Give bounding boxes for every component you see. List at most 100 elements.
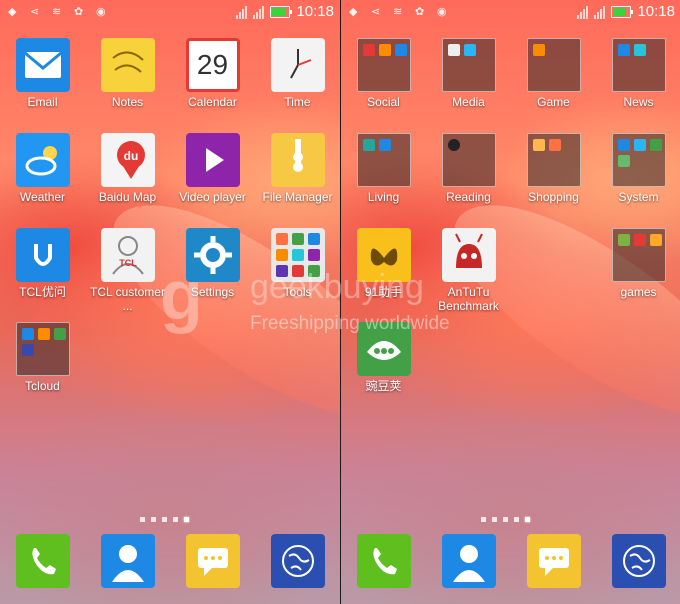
folder-label: Social xyxy=(367,95,400,109)
app-tcl-customer[interactable]: TCL TCL customer ... xyxy=(85,228,170,313)
app-label: TCL优问 xyxy=(19,285,66,299)
watermark-brand: geekbuying xyxy=(250,268,424,306)
page-dot[interactable] xyxy=(151,517,156,522)
watermark-tagline: Freeshipping worldwide xyxy=(250,313,450,334)
messaging-icon[interactable] xyxy=(527,534,581,588)
page-dot[interactable] xyxy=(140,517,145,522)
contacts-icon[interactable] xyxy=(101,534,155,588)
app-notification-icon: ✿ xyxy=(74,6,84,18)
watermark-logo: g xyxy=(160,256,205,334)
app-label: File Manager xyxy=(262,190,333,204)
folder-icon xyxy=(611,38,666,92)
map-icon: du xyxy=(100,133,155,187)
messaging-icon[interactable] xyxy=(186,534,240,588)
dock xyxy=(341,534,680,594)
notification-icon: ◆ xyxy=(349,6,358,18)
folder-label: games xyxy=(620,285,657,299)
phone-icon[interactable] xyxy=(16,534,70,588)
battery-icon xyxy=(270,5,293,18)
calendar-icon: 29 xyxy=(185,38,240,92)
app-label: Weather xyxy=(19,190,66,204)
folder-label: News xyxy=(623,95,654,109)
app-weather[interactable]: Weather xyxy=(0,133,85,204)
antutu-robot-icon xyxy=(441,228,496,282)
app-notification-icon: ✿ xyxy=(415,6,425,18)
app-tcl-youwen[interactable]: TCL优问 xyxy=(0,228,85,299)
folder-label: Shopping xyxy=(528,190,579,204)
signal-strength-icon xyxy=(236,5,248,19)
calendar-day: 29 xyxy=(196,49,229,80)
folder-media[interactable]: Media xyxy=(426,38,511,109)
folder-news[interactable]: News xyxy=(596,38,680,109)
app-label: Tcloud xyxy=(25,379,60,393)
folder-label: Game xyxy=(537,95,570,109)
share-icon: ⋖ xyxy=(30,6,40,18)
status-clock: 10:18 xyxy=(637,3,675,20)
folder-icon xyxy=(15,322,70,376)
clock-icon xyxy=(270,38,325,92)
folder-label: Reading xyxy=(446,190,491,204)
video-play-icon xyxy=(185,133,240,187)
map-badge: du xyxy=(123,149,138,163)
folder-game[interactable]: Game xyxy=(511,38,596,109)
page-dot[interactable] xyxy=(173,517,178,522)
folder-file-icon xyxy=(270,133,325,187)
folder-label: Media xyxy=(452,95,485,109)
page-dot[interactable] xyxy=(492,517,497,522)
app-video-player[interactable]: Video player xyxy=(170,133,255,204)
folder-system[interactable]: System xyxy=(596,133,680,204)
app-file-manager[interactable]: File Manager xyxy=(255,133,340,204)
folder-games[interactable]: games xyxy=(596,228,680,299)
page-dot[interactable] xyxy=(503,517,508,522)
folder-icon xyxy=(441,38,496,92)
folder-icon xyxy=(356,38,411,92)
app-email[interactable]: Email xyxy=(0,38,85,109)
app-label: Calendar xyxy=(188,95,237,109)
app-label: AnTuTu Benchmark xyxy=(438,285,499,313)
page-dot-active[interactable] xyxy=(184,517,189,522)
folder-icon xyxy=(526,133,581,187)
wifi-icon: ≋ xyxy=(393,6,403,18)
page-dot[interactable] xyxy=(481,517,486,522)
status-bar: ◆ ⋖ ≋ ✿ ◉ 10:18 xyxy=(341,0,680,26)
browser-globe-icon[interactable] xyxy=(271,534,325,588)
app-label: 豌豆荚 xyxy=(365,379,402,393)
app-tcloud-folder[interactable]: Tcloud xyxy=(0,322,85,393)
page-indicator[interactable] xyxy=(140,517,189,522)
folder-living[interactable]: Living xyxy=(341,133,426,204)
u-letter-icon xyxy=(15,228,70,282)
app-calendar[interactable]: 29 Calendar xyxy=(170,38,255,109)
dock xyxy=(0,534,340,594)
person-icon: TCL xyxy=(100,228,155,282)
page-dot-active[interactable] xyxy=(525,517,530,522)
folder-label: System xyxy=(618,190,659,204)
page-dot[interactable] xyxy=(162,517,167,522)
app-label: Video player xyxy=(179,190,246,204)
weather-icon xyxy=(15,133,70,187)
folder-social[interactable]: Social xyxy=(341,38,426,109)
browser-globe-icon[interactable] xyxy=(612,534,666,588)
notification-icon: ◆ xyxy=(8,6,17,18)
folder-reading[interactable]: Reading xyxy=(426,133,511,204)
app-label: Time xyxy=(284,95,311,109)
page-indicator[interactable] xyxy=(481,517,530,522)
contacts-icon[interactable] xyxy=(442,534,496,588)
app-label: Email xyxy=(27,95,58,109)
app-label: Baidu Map xyxy=(98,190,157,204)
share-icon: ⋖ xyxy=(371,6,381,18)
app-antutu[interactable]: AnTuTu Benchmark xyxy=(426,228,511,313)
page-dot[interactable] xyxy=(514,517,519,522)
status-clock: 10:18 xyxy=(296,3,334,20)
app-notes[interactable]: Notes xyxy=(85,38,170,109)
android-icon: ◉ xyxy=(437,6,447,18)
tcl-brand-text: TCL xyxy=(119,258,137,268)
battery-icon xyxy=(611,5,634,18)
email-icon xyxy=(15,38,70,92)
phone-icon[interactable] xyxy=(357,534,411,588)
app-time[interactable]: Time xyxy=(255,38,340,109)
wifi-icon: ≋ xyxy=(52,6,62,18)
folder-shopping[interactable]: Shopping xyxy=(511,133,596,204)
folder-icon xyxy=(611,133,666,187)
notes-icon xyxy=(100,38,155,92)
app-baidu-map[interactable]: du Baidu Map xyxy=(85,133,170,204)
